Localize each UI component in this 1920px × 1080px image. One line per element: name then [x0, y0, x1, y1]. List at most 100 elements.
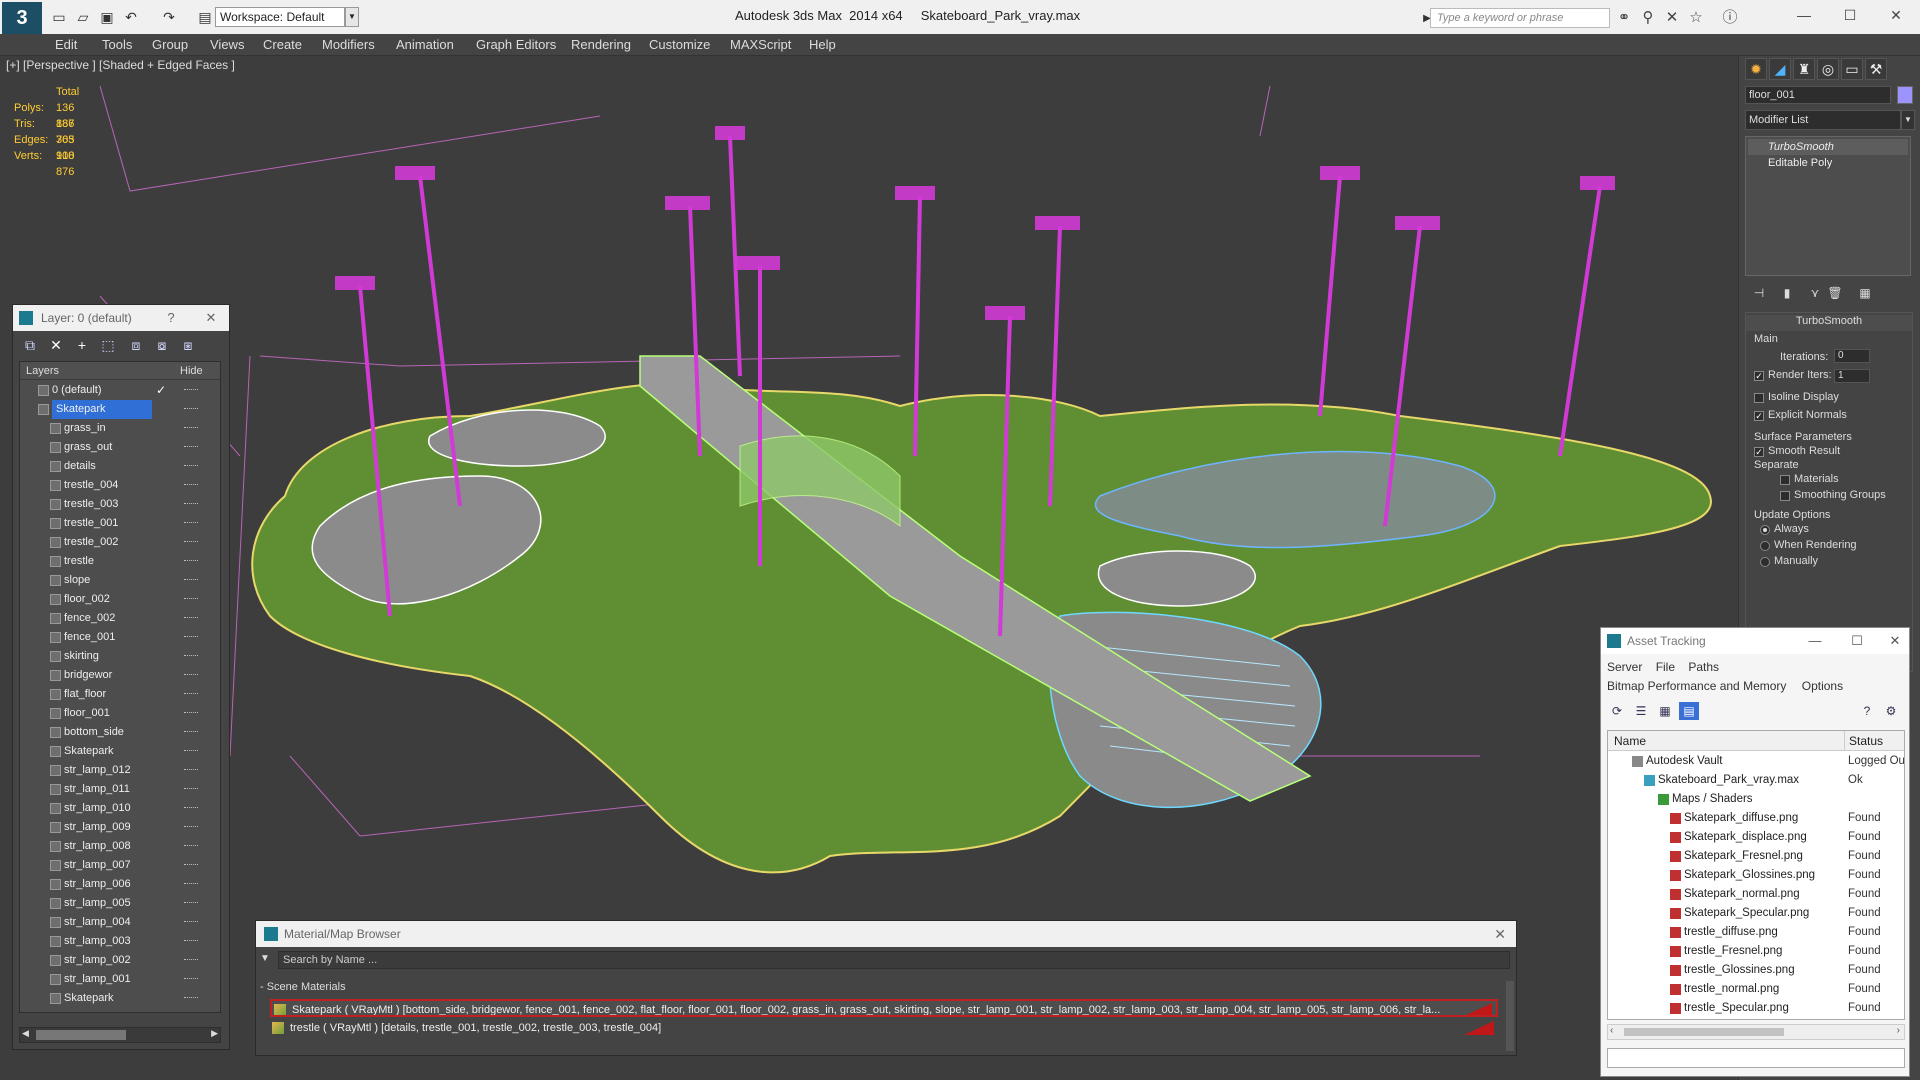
- menu-create[interactable]: Create: [263, 37, 302, 52]
- table-view-icon[interactable]: ▦: [1655, 702, 1675, 720]
- app-logo-button[interactable]: 3: [2, 2, 42, 34]
- render-iters-checkbox[interactable]: ✓: [1754, 371, 1764, 381]
- layer-hide-toggle[interactable]: [184, 807, 198, 810]
- scene-materials-category[interactable]: - Scene Materials: [260, 981, 346, 993]
- grid-view-icon[interactable]: ▤: [1679, 702, 1699, 720]
- manually-radio[interactable]: [1760, 557, 1770, 567]
- menu-file[interactable]: File: [1656, 660, 1675, 674]
- asset-row[interactable]: Skatepark_Fresnel.png Found: [1608, 847, 1904, 866]
- layer-row[interactable]: floor_002: [20, 590, 220, 609]
- menu-group[interactable]: Group: [152, 37, 188, 52]
- viewport-label[interactable]: [+] [Perspective ] [Shaded + Edged Faces…: [6, 58, 235, 72]
- select-objects-icon[interactable]: ⬚: [97, 335, 119, 355]
- hierarchy-tab-icon[interactable]: ♜: [1793, 58, 1815, 80]
- help-icon[interactable]: ⓘ: [1720, 8, 1740, 28]
- layer-row[interactable]: str_lamp_007: [20, 856, 220, 875]
- scroll-thumb[interactable]: [36, 1030, 126, 1040]
- highlight-layer-icon[interactable]: ⧈: [125, 335, 147, 355]
- layer-row[interactable]: slope: [20, 571, 220, 590]
- minimize-icon[interactable]: —: [1801, 628, 1829, 654]
- object-color-swatch[interactable]: [1897, 86, 1913, 104]
- layer-row[interactable]: str_lamp_008: [20, 837, 220, 856]
- render-iters-spinner[interactable]: 1: [1834, 369, 1870, 383]
- layer-hide-toggle[interactable]: [184, 560, 198, 563]
- menu-tools[interactable]: Tools: [102, 37, 132, 52]
- smooth-result-checkbox[interactable]: ✓: [1754, 447, 1764, 457]
- add-to-layer-icon[interactable]: +: [71, 335, 93, 355]
- layer-row[interactable]: bridgewor: [20, 666, 220, 685]
- help-icon[interactable]: ?: [161, 305, 181, 331]
- make-unique-icon[interactable]: ⋎: [1805, 284, 1825, 302]
- layer-row[interactable]: skirting: [20, 647, 220, 666]
- menu-graph-editors[interactable]: Graph Editors: [476, 37, 556, 52]
- layer-row[interactable]: grass_in: [20, 419, 220, 438]
- layer-hide-toggle[interactable]: [184, 902, 198, 905]
- layer-hide-toggle[interactable]: [184, 655, 198, 658]
- asset-row[interactable]: Skatepark_normal.png Found: [1608, 885, 1904, 904]
- stack-item-turbosmooth[interactable]: TurboSmooth: [1748, 139, 1908, 155]
- layer-row[interactable]: 0 (default) ✓: [20, 381, 220, 400]
- asset-row[interactable]: Skatepark_displace.png Found: [1608, 828, 1904, 847]
- asset-table[interactable]: Name Status Autodesk Vault Logged Ou Skate…: [1607, 730, 1905, 1020]
- col-hide-header[interactable]: Hide: [180, 362, 203, 380]
- layer-row[interactable]: trestle_004: [20, 476, 220, 495]
- layer-hide-toggle[interactable]: [184, 959, 198, 962]
- layer-hide-toggle[interactable]: [184, 693, 198, 696]
- menu-customize[interactable]: Customize: [649, 37, 710, 52]
- new-file-icon[interactable]: ▭: [50, 8, 68, 26]
- layer-row[interactable]: fence_001: [20, 628, 220, 647]
- motion-tab-icon[interactable]: ◎: [1817, 58, 1839, 80]
- configure-sets-icon[interactable]: ▦: [1855, 284, 1875, 302]
- layer-hide-toggle[interactable]: [184, 826, 198, 829]
- iterations-spinner[interactable]: 0: [1834, 349, 1870, 363]
- menu-help[interactable]: Help: [809, 37, 836, 52]
- layer-hide-toggle[interactable]: [184, 465, 198, 468]
- scroll-right-icon[interactable]: ▶: [211, 1028, 218, 1039]
- menu-bitmap-performance[interactable]: Bitmap Performance and Memory: [1607, 679, 1786, 693]
- stack-item-editable-poly[interactable]: Editable Poly: [1748, 155, 1908, 171]
- asset-row[interactable]: Skatepark_diffuse.png Found: [1608, 809, 1904, 828]
- hide-all-icon[interactable]: ⧇: [151, 335, 173, 355]
- layer-hide-toggle[interactable]: [184, 446, 198, 449]
- layer-row[interactable]: flat_floor: [20, 685, 220, 704]
- workspace-dropdown[interactable]: Workspace: Default: [215, 7, 345, 27]
- remove-modifier-icon[interactable]: 🗑: [1825, 284, 1845, 302]
- refresh-icon[interactable]: ⟳: [1607, 702, 1627, 720]
- asset-row[interactable]: Maps / Shaders: [1608, 790, 1904, 809]
- asset-row[interactable]: trestle_diffuse.png Found: [1608, 923, 1904, 942]
- modify-tab-icon[interactable]: ◢: [1769, 58, 1791, 80]
- layer-row[interactable]: Skatepark: [20, 742, 220, 761]
- open-file-icon[interactable]: ▱: [74, 8, 92, 26]
- scroll-left-icon[interactable]: ‹: [1610, 1025, 1613, 1036]
- undo-icon[interactable]: ↶: [122, 8, 140, 26]
- close-icon[interactable]: ✕: [1876, 2, 1916, 28]
- asset-row[interactable]: trestle_Glossines.png Found: [1608, 961, 1904, 980]
- material-row-skatepark[interactable]: Skatepark ( VRayMtl ) [bottom_side, brid…: [270, 999, 1498, 1017]
- create-tab-icon[interactable]: ✹: [1745, 58, 1767, 80]
- layer-hide-toggle[interactable]: [184, 978, 198, 981]
- layer-hide-toggle[interactable]: [184, 769, 198, 772]
- asset-row[interactable]: trestle_Specular.png Found: [1608, 999, 1904, 1018]
- menu-options[interactable]: Options: [1802, 679, 1843, 693]
- menu-maxscript[interactable]: MAXScript: [730, 37, 791, 52]
- layer-hide-toggle[interactable]: [184, 579, 198, 582]
- layer-row[interactable]: str_lamp_011: [20, 780, 220, 799]
- help-icon[interactable]: ?: [1857, 702, 1877, 720]
- layer-hide-toggle[interactable]: [184, 503, 198, 506]
- chevron-down-icon[interactable]: ▼: [1901, 110, 1915, 130]
- layer-row[interactable]: trestle_003: [20, 495, 220, 514]
- layer-row[interactable]: Skatepark: [20, 989, 220, 1008]
- display-tab-icon[interactable]: ▭: [1841, 58, 1863, 80]
- list-view-icon[interactable]: ☰: [1631, 702, 1651, 720]
- layer-row[interactable]: str_lamp_004: [20, 913, 220, 932]
- materials-checkbox[interactable]: [1780, 475, 1790, 485]
- layer-row[interactable]: str_lamp_006: [20, 875, 220, 894]
- asset-row[interactable]: Autodesk Vault Logged Ou: [1608, 752, 1904, 771]
- utilities-tab-icon[interactable]: ⚒: [1865, 58, 1887, 80]
- material-browser-title-bar[interactable]: Material/Map Browser ✕: [256, 921, 1516, 947]
- when-rendering-radio[interactable]: [1760, 541, 1770, 551]
- layer-row[interactable]: str_lamp_002: [20, 951, 220, 970]
- layer-hide-toggle[interactable]: [184, 484, 198, 487]
- col-name-header[interactable]: Name: [1614, 731, 1646, 751]
- layer-hide-toggle[interactable]: [184, 997, 198, 1000]
